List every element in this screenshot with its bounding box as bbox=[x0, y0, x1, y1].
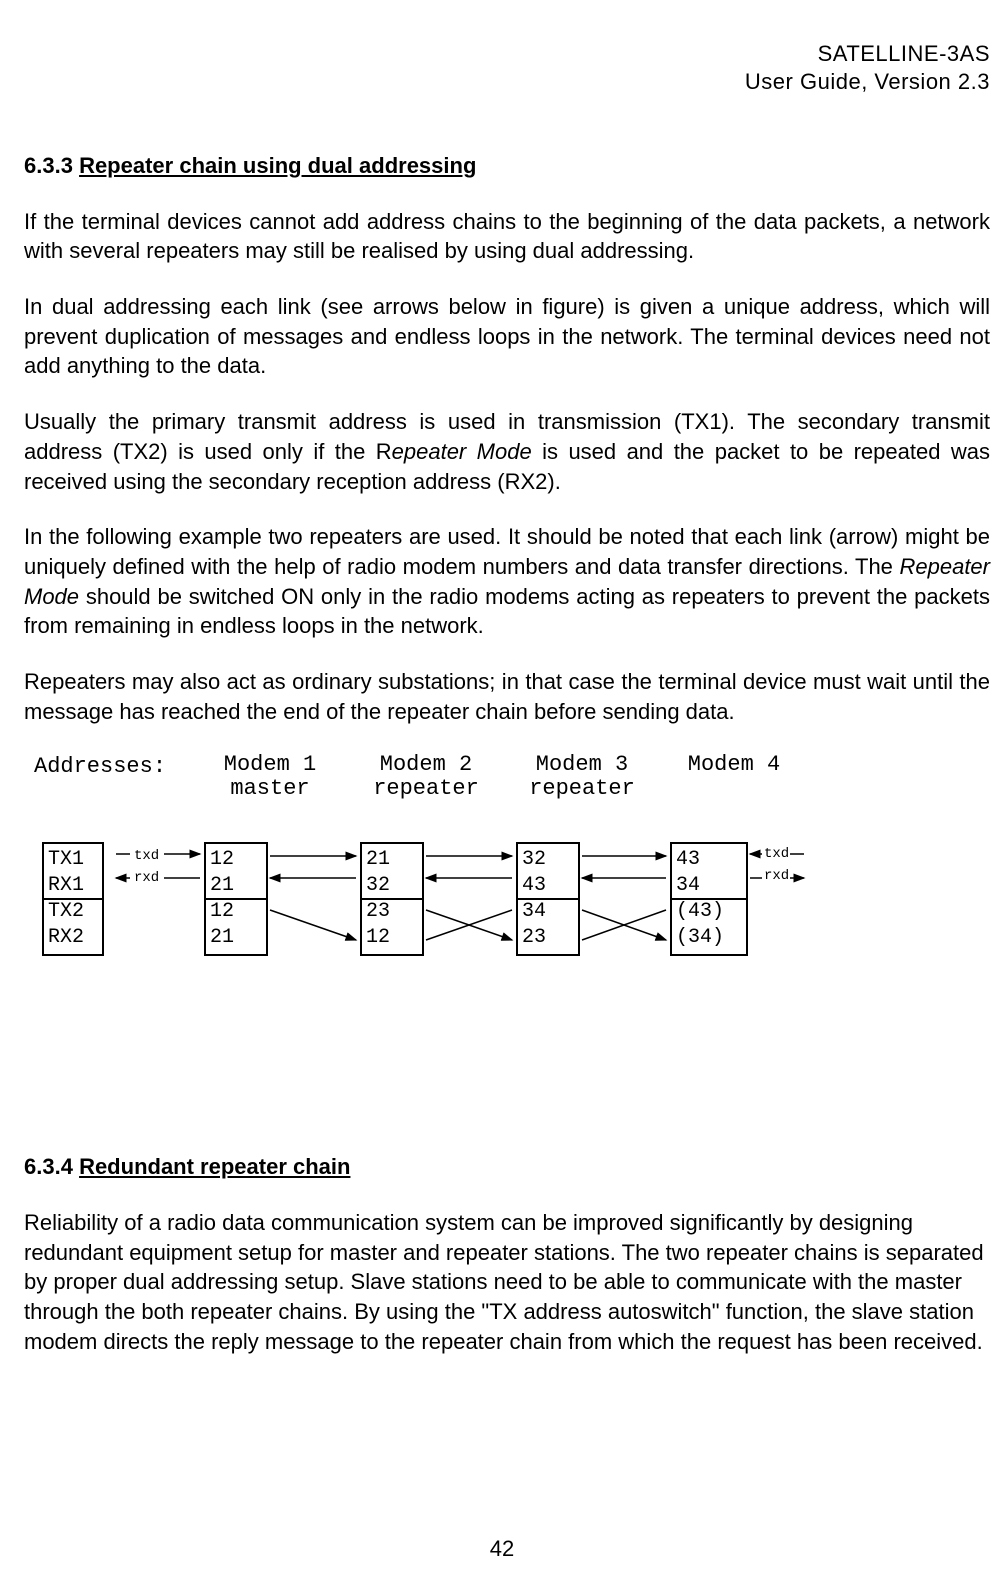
txd-label-left: txd bbox=[134, 848, 159, 865]
paragraph: Reliability of a radio data communicatio… bbox=[24, 1208, 990, 1356]
paragraph-text: should be switched ON only in the radio … bbox=[24, 584, 990, 639]
paragraph: In the following example two repeaters a… bbox=[24, 522, 990, 641]
cell: 43 bbox=[676, 847, 742, 873]
modem-2-sub: repeater bbox=[356, 776, 496, 802]
cell: 21 bbox=[366, 847, 418, 873]
paragraph: Repeaters may also act as ordinary subst… bbox=[24, 667, 990, 726]
addresses-label: Addresses: bbox=[34, 754, 166, 780]
modem-3-sub: repeater bbox=[512, 776, 652, 802]
paragraph-text: In the following example two repeaters a… bbox=[24, 524, 990, 579]
box-divider bbox=[670, 898, 748, 900]
txd-label-right: txd bbox=[764, 846, 789, 863]
page-number: 42 bbox=[0, 1534, 1004, 1564]
section-title: Repeater chain using dual addressing bbox=[79, 153, 476, 178]
cell: 12 bbox=[366, 925, 418, 951]
legend-rx1: RX1 bbox=[48, 873, 98, 899]
rxd-label-left: rxd bbox=[134, 870, 159, 887]
section-heading-634: 6.3.4 Redundant repeater chain bbox=[24, 1152, 990, 1182]
modem-2-box: 21 32 23 12 bbox=[360, 842, 424, 956]
cell: 12 bbox=[210, 899, 262, 925]
box-divider bbox=[360, 898, 424, 900]
paragraph: If the terminal devices cannot add addre… bbox=[24, 207, 990, 266]
header-line-1: SATELLINE-3AS bbox=[24, 40, 990, 68]
cell: 12 bbox=[210, 847, 262, 873]
cell: (34) bbox=[676, 925, 742, 951]
cell: 23 bbox=[366, 899, 418, 925]
section-number: 6.3.3 bbox=[24, 153, 73, 178]
box-divider bbox=[204, 898, 268, 900]
section-number: 6.3.4 bbox=[24, 1154, 73, 1179]
dual-addressing-diagram: Addresses: Modem 1 master Modem 2 repeat… bbox=[24, 752, 984, 1062]
modem-2-title: Modem 2 bbox=[356, 752, 496, 778]
paragraph: In dual addressing each link (see arrows… bbox=[24, 292, 990, 381]
paragraph: Usually the primary transmit address is … bbox=[24, 407, 990, 496]
legend-tx1: TX1 bbox=[48, 847, 98, 873]
modem-1-title: Modem 1 bbox=[200, 752, 340, 778]
modem-1-sub: master bbox=[200, 776, 340, 802]
box-divider bbox=[42, 898, 104, 900]
section-title: Redundant repeater chain bbox=[79, 1154, 350, 1179]
cell: 34 bbox=[676, 873, 742, 899]
modem-3-box: 32 43 34 23 bbox=[516, 842, 580, 956]
cell: 21 bbox=[210, 925, 262, 951]
legend-box: TX1 RX1 TX2 RX2 bbox=[42, 842, 104, 956]
page-header: SATELLINE-3AS User Guide, Version 2.3 bbox=[24, 40, 990, 95]
modem-3-title: Modem 3 bbox=[512, 752, 652, 778]
modem-4-box: 43 34 (43) (34) bbox=[670, 842, 748, 956]
cell: 32 bbox=[366, 873, 418, 899]
box-divider bbox=[516, 898, 580, 900]
diagram-arrows bbox=[24, 752, 984, 1062]
modem-1-box: 12 21 12 21 bbox=[204, 842, 268, 956]
cell: 21 bbox=[210, 873, 262, 899]
legend-tx2: TX2 bbox=[48, 899, 98, 925]
cell: 43 bbox=[522, 873, 574, 899]
cell: 34 bbox=[522, 899, 574, 925]
term-repeater-mode: epeater Mode bbox=[392, 439, 532, 464]
cell: 32 bbox=[522, 847, 574, 873]
legend-rx2: RX2 bbox=[48, 925, 98, 951]
modem-4-title: Modem 4 bbox=[664, 752, 804, 778]
cell: 23 bbox=[522, 925, 574, 951]
header-line-2: User Guide, Version 2.3 bbox=[24, 68, 990, 96]
rxd-label-right: rxd bbox=[764, 868, 789, 885]
section-heading-633: 6.3.3 Repeater chain using dual addressi… bbox=[24, 151, 990, 181]
cell: (43) bbox=[676, 899, 742, 925]
